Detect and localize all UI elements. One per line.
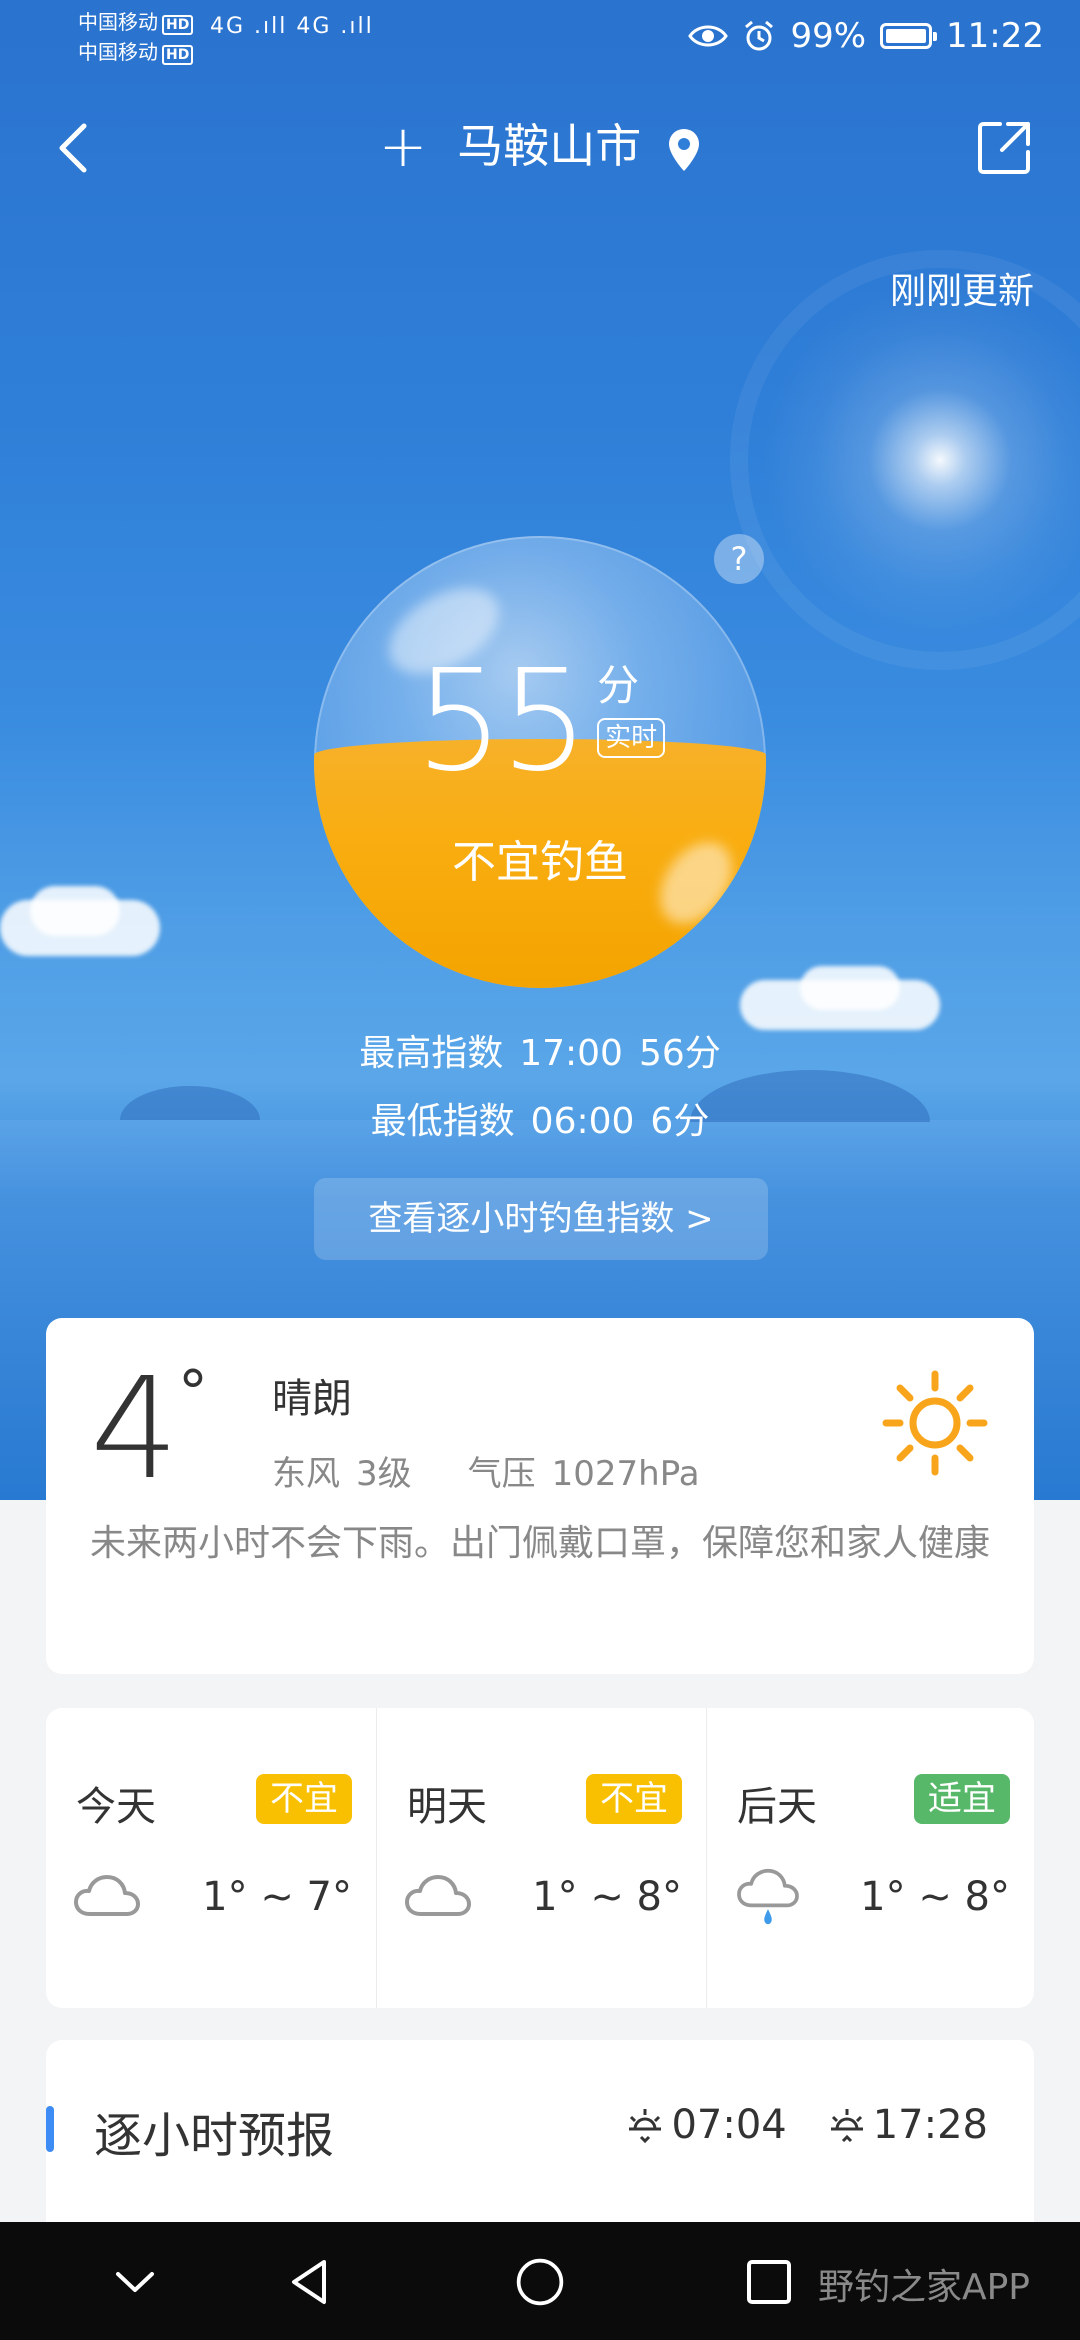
status-right: 99% 11:22 xyxy=(688,14,1044,58)
highest-index-time: 17:00 xyxy=(519,1033,623,1074)
city-selector[interactable]: + 马鞍山市 xyxy=(0,114,1080,178)
add-city-icon[interactable]: + xyxy=(379,114,428,178)
day-forecast-today[interactable]: 今天 不宜 1° ~ 7° xyxy=(46,1708,376,2008)
cloud-icon xyxy=(74,1875,140,1916)
help-button[interactable]: ? xyxy=(714,534,764,584)
cloud-decoration xyxy=(30,886,120,936)
degree-symbol: ° xyxy=(178,1358,208,1428)
score: 55 分实时 xyxy=(314,652,766,792)
score-value: 55 xyxy=(414,640,589,803)
cloud-icon xyxy=(405,1875,471,1916)
sunset: 17:28 xyxy=(825,2102,988,2148)
status-bar: 中国移动 HD 中国移动 HD 4G .ıll 4G .ıll 99% 11:22 xyxy=(0,0,1080,80)
three-day-forecast-card: 今天 不宜 1° ~ 7° 明天 不宜 1° ~ 8° 后天 适宜 1° ~ 8… xyxy=(46,1708,1034,2008)
rain-cloud-icon xyxy=(737,1868,799,1925)
clock: 11:22 xyxy=(946,16,1044,56)
carrier-1: 中国移动 HD xyxy=(78,8,194,36)
weather-meta: 东风 3级 气压 1027hPa xyxy=(272,1446,716,1495)
sunrise: 07:04 xyxy=(623,2102,787,2148)
sunrise-time: 07:04 xyxy=(671,2102,787,2148)
fishing-suitability-badge: 适宜 xyxy=(914,1774,1010,1824)
weather-advice: 未来两小时不会下雨。出门佩戴口罩，保障您和家人健康 xyxy=(90,1523,991,1564)
highest-index: 最高指数 17:00 56分 xyxy=(0,1024,1080,1076)
hourly-forecast-title: 逐小时预报 xyxy=(94,2108,335,2164)
signal-icon: 4G .ıll 4G .ıll xyxy=(210,14,374,39)
weather-condition: 晴朗 xyxy=(272,1376,352,1422)
lowest-index-time: 06:00 xyxy=(530,1101,635,1142)
day-name: 后天 xyxy=(737,1784,817,1830)
sunset-time: 17:28 xyxy=(872,2102,988,2148)
hd-badge: HD xyxy=(162,15,194,35)
fishing-suitability-badge: 不宜 xyxy=(586,1774,682,1824)
temperature-range: 1° ~ 7° xyxy=(202,1874,352,1920)
nav-recents-icon[interactable] xyxy=(746,2256,792,2308)
carrier-2: 中国移动 HD xyxy=(78,38,194,66)
score-side: 分实时 xyxy=(597,661,666,758)
alarm-icon xyxy=(745,20,774,51)
pressure-value: 1027hPa xyxy=(551,1454,700,1494)
day-name: 今天 xyxy=(76,1784,156,1830)
cloud-decoration xyxy=(800,966,900,1010)
system-nav-bar: 野钓之家APP xyxy=(0,2222,1080,2340)
temperature-range: 1° ~ 8° xyxy=(532,1874,682,1920)
score-unit: 分 xyxy=(597,661,640,710)
top-nav: + 马鞍山市 xyxy=(0,100,1080,196)
sun-times: 07:04 17:28 xyxy=(623,2102,988,2148)
update-status: 刚刚更新 xyxy=(889,271,1034,312)
lowest-index-label: 最低指数 xyxy=(370,1101,515,1142)
day-forecast-tomorrow[interactable]: 明天 不宜 1° ~ 8° xyxy=(376,1708,706,2008)
sun-icon xyxy=(882,1370,988,1476)
eye-icon xyxy=(688,25,729,47)
fishing-suitability-badge: 不宜 xyxy=(256,1774,352,1824)
wind-direction: 东风 xyxy=(272,1454,340,1494)
pressure-label: 气压 xyxy=(467,1454,536,1494)
day-forecast-day-after[interactable]: 后天 适宜 1° ~ 8° xyxy=(706,1708,1034,2008)
day-name: 明天 xyxy=(407,1784,487,1830)
chevron-down-icon[interactable] xyxy=(112,2256,158,2308)
fishing-verdict: 不宜钓鱼 xyxy=(452,837,628,888)
highest-index-value: 56分 xyxy=(638,1033,721,1074)
nav-back-icon[interactable] xyxy=(284,2256,336,2308)
nav-home-icon[interactable] xyxy=(512,2256,568,2308)
temperature-range: 1° ~ 8° xyxy=(860,1874,1010,1920)
realtime-badge: 实时 xyxy=(597,718,666,758)
sunset-icon xyxy=(830,2109,863,2143)
location-pin-icon xyxy=(669,128,700,171)
lowest-index-value: 6分 xyxy=(650,1101,710,1142)
lowest-index: 最低指数 06:00 6分 xyxy=(0,1092,1080,1144)
hd-badge: HD xyxy=(162,45,194,65)
battery-percent: 99% xyxy=(790,16,867,56)
highest-index-label: 最高指数 xyxy=(359,1033,504,1074)
city-name: 马鞍山市 xyxy=(457,119,642,173)
share-icon[interactable] xyxy=(972,116,1036,180)
current-weather-card[interactable]: 4 ° 晴朗 东风 3级 气压 1027hPa 未来两小时不会下雨。出门佩戴口罩，保障… xyxy=(46,1318,1034,1674)
sunrise-icon xyxy=(629,2109,662,2144)
current-temperature: 4 xyxy=(90,1348,180,1511)
fishing-index-gauge: 55 分实时 不宜钓鱼 xyxy=(314,536,766,988)
section-accent-bar xyxy=(46,2106,54,2152)
wind-level: 3级 xyxy=(356,1454,412,1494)
hourly-index-button[interactable]: 查看逐小时钓鱼指数 > xyxy=(314,1178,768,1260)
watermark: 野钓之家APP xyxy=(817,2267,1030,2308)
battery-icon xyxy=(880,23,938,49)
